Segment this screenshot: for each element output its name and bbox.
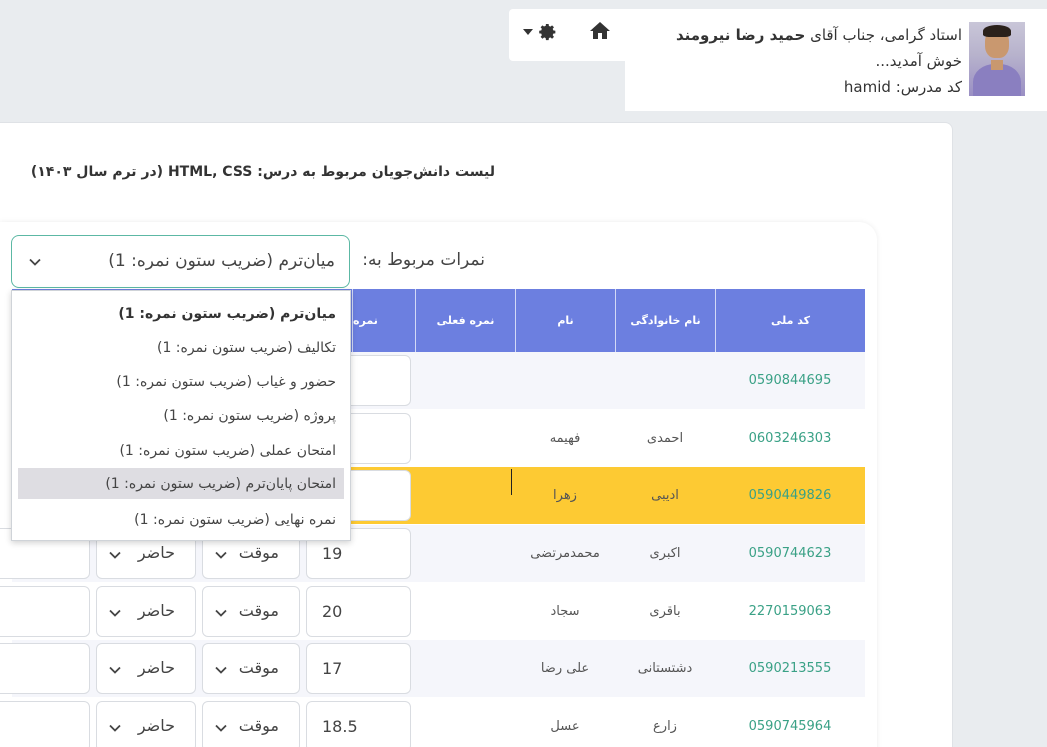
national-id: 0590844695: [748, 373, 832, 388]
teacher-code-value: hamid: [843, 78, 891, 96]
notes-input[interactable]: [0, 586, 90, 637]
header-current-score: نمره فعلی: [415, 289, 515, 352]
menu-option[interactable]: میان‌ترم (ضریب ستون نمره: 1): [18, 298, 344, 329]
last-name: دشتستانی: [637, 661, 693, 676]
national-id: 0590449826: [748, 488, 832, 503]
grades-label: نمرات مربوط به:: [362, 250, 485, 270]
chevron-down-icon: [109, 551, 121, 559]
presence-select[interactable]: حاضر: [96, 701, 196, 747]
status-select[interactable]: موقت: [202, 701, 300, 747]
header-last-name: نام خانوادگی: [615, 289, 715, 352]
grade-column-select[interactable]: میان‌ترم (ضریب ستون نمره: 1): [11, 235, 350, 288]
presence-value: حاضر: [137, 716, 175, 735]
status-value: موقت: [238, 658, 279, 677]
caret-down-icon[interactable]: [523, 29, 533, 35]
last-name: ادیبی: [651, 488, 679, 503]
notes-input[interactable]: [0, 643, 90, 694]
menu-option[interactable]: پروژه (ضریب ستون نمره: 1): [18, 400, 344, 431]
header-national-id: کد ملی: [715, 289, 865, 352]
status-select[interactable]: موقت: [202, 586, 300, 637]
presence-value: حاضر: [137, 601, 175, 620]
score-input[interactable]: 18.5: [306, 701, 411, 747]
chevron-down-icon: [109, 724, 121, 732]
chevron-down-icon: [109, 609, 121, 617]
menu-option[interactable]: نمره نهایی (ضریب ستون نمره: 1): [18, 504, 344, 535]
status-select[interactable]: موقت: [202, 643, 300, 694]
page-title: لیست دانش‌جویان مربوط به درس: HTML, CSS …: [30, 164, 495, 180]
menu-option[interactable]: تکالیف (ضریب ستون نمره: 1): [18, 332, 344, 363]
chevron-down-icon: [29, 258, 41, 266]
grade-column-menu: میان‌ترم (ضریب ستون نمره: 1) تکالیف (ضری…: [11, 290, 351, 541]
presence-select[interactable]: حاضر: [96, 586, 196, 637]
national-id: 0603246303: [748, 431, 832, 446]
status-value: موقت: [238, 543, 279, 562]
home-icon[interactable]: [588, 19, 612, 43]
first-name: زهرا: [553, 488, 577, 503]
first-name: علی رضا: [540, 661, 590, 676]
presence-value: حاضر: [137, 658, 175, 677]
chevron-down-icon: [215, 724, 227, 732]
national-id: 0590744623: [748, 546, 832, 561]
last-name: باقری: [649, 604, 681, 619]
chevron-down-icon: [109, 666, 121, 674]
chevron-down-icon: [215, 609, 227, 617]
avatar: [969, 22, 1025, 96]
header-first-name: نام: [515, 289, 615, 352]
national-id: 0590745964: [748, 719, 832, 734]
last-name: احمدی: [646, 431, 684, 446]
status-value: موقت: [238, 716, 279, 735]
welcome-text: استاد گرامی، جناب آقای حمید رضا نیرومند …: [676, 22, 962, 100]
menu-option-hovered[interactable]: امتحان پایان‌ترم (ضریب ستون نمره: 1): [18, 468, 344, 499]
menu-option[interactable]: حضور و غیاب (ضریب ستون نمره: 1): [18, 366, 344, 397]
teacher-code-label: کد مدرس:: [895, 78, 962, 96]
score-input[interactable]: 17: [306, 643, 411, 694]
score-input[interactable]: 20: [306, 586, 411, 637]
text-cursor: [511, 469, 512, 495]
teacher-name: حمید رضا نیرومند: [675, 26, 806, 44]
gear-icon[interactable]: [536, 20, 558, 42]
first-name: عسل: [550, 719, 580, 734]
header-score: نمره: [352, 289, 415, 352]
first-name: محمدمرتضی: [530, 546, 600, 561]
last-name: اکبری: [649, 546, 681, 561]
chevron-down-icon: [215, 551, 227, 559]
last-name: زارع: [653, 719, 677, 734]
grade-column-selected: میان‌ترم (ضریب ستون نمره: 1): [108, 251, 335, 271]
first-name: فهیمه: [549, 431, 581, 446]
menu-option[interactable]: امتحان عملی (ضریب ستون نمره: 1): [18, 435, 344, 466]
first-name: سجاد: [550, 604, 580, 619]
welcome-line: خوش آمدید...: [875, 52, 962, 70]
presence-select[interactable]: حاضر: [96, 643, 196, 694]
notes-input[interactable]: [0, 701, 90, 747]
status-value: موقت: [238, 601, 279, 620]
chevron-down-icon: [215, 666, 227, 674]
national-id: 2270159063: [748, 604, 832, 619]
greeting-prefix: استاد گرامی، جناب آقای: [810, 26, 962, 44]
national-id: 0590213555: [748, 661, 832, 676]
presence-value: حاضر: [137, 543, 175, 562]
